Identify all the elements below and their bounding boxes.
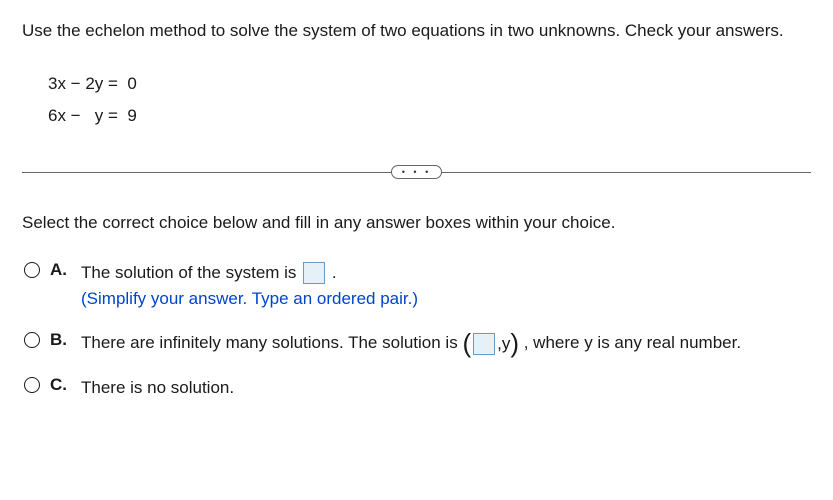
- choice-a-text-before: The solution of the system is: [81, 263, 301, 282]
- choice-b-text-after: , where y is any real number.: [519, 333, 741, 352]
- equation-block: 3x − 2y = 0 6x − y = 9: [48, 68, 811, 133]
- expand-pill[interactable]: • • •: [391, 165, 442, 179]
- choice-b[interactable]: B. There are infinitely many solutions. …: [22, 330, 811, 357]
- section-divider: • • •: [22, 162, 811, 182]
- choice-b-input[interactable]: [473, 333, 495, 355]
- equation-1: 3x − 2y = 0: [48, 68, 811, 100]
- choice-c-text: There is no solution.: [81, 378, 234, 397]
- choice-a-body: The solution of the system is . (Simplif…: [81, 260, 418, 313]
- choice-a-text-after: .: [327, 263, 336, 282]
- choice-a[interactable]: A. The solution of the system is . (Simp…: [22, 260, 811, 313]
- equation-2: 6x − y = 9: [48, 100, 811, 132]
- choice-b-text-before: There are infinitely many solutions. The…: [81, 333, 462, 352]
- choice-a-input[interactable]: [303, 262, 325, 284]
- paren-open: (: [462, 330, 471, 356]
- divider-line-right: [441, 172, 811, 173]
- question-text: Use the echelon method to solve the syst…: [22, 18, 811, 44]
- choice-b-body: There are infinitely many solutions. The…: [81, 330, 741, 357]
- choice-b-label: B.: [50, 330, 67, 350]
- choice-c[interactable]: C. There is no solution.: [22, 375, 811, 401]
- choice-b-inner-after: ,y: [497, 331, 510, 357]
- choice-a-label: A.: [50, 260, 67, 280]
- choice-c-label: C.: [50, 375, 67, 395]
- radio-c[interactable]: [24, 377, 40, 393]
- paren-close: ): [510, 330, 519, 356]
- instruction-text: Select the correct choice below and fill…: [22, 210, 811, 236]
- divider-line-left: [22, 172, 392, 173]
- radio-b[interactable]: [24, 332, 40, 348]
- choice-a-hint: (Simplify your answer. Type an ordered p…: [81, 289, 418, 308]
- choice-c-body: There is no solution.: [81, 375, 234, 401]
- radio-a[interactable]: [24, 262, 40, 278]
